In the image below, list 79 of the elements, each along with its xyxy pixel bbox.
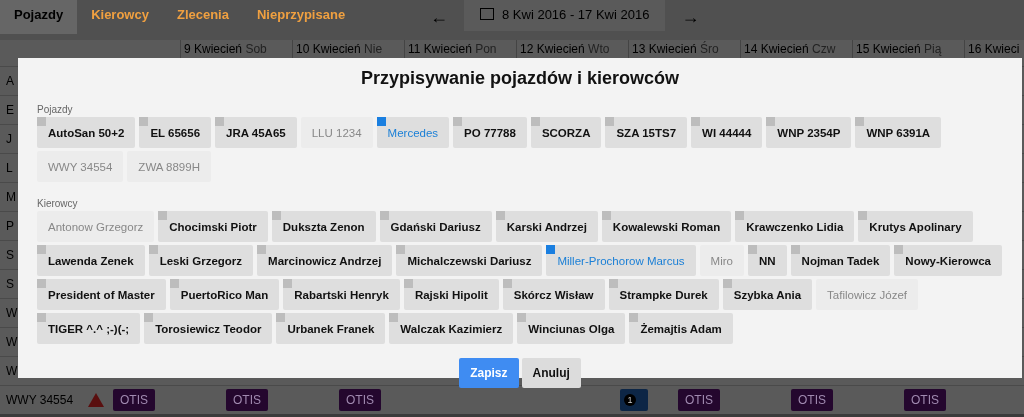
toggle-chip[interactable]: Rajski Hipolit bbox=[403, 279, 499, 310]
toggle-chip[interactable]: Leski Grzegorz bbox=[148, 245, 254, 276]
day-weekday: Nie bbox=[364, 42, 383, 56]
toggle-chip[interactable]: Dukszta Zenon bbox=[271, 211, 376, 242]
toggle-chip[interactable]: Gdański Dariusz bbox=[379, 211, 492, 242]
toggle-chip[interactable]: Walczak Kazimierz bbox=[389, 313, 514, 344]
row-label: S bbox=[5, 248, 14, 262]
toggle-chip[interactable]: JRA 45A65 bbox=[215, 117, 297, 148]
toggle-chip[interactable]: EL 65656 bbox=[139, 117, 212, 148]
row-label: W bbox=[5, 364, 18, 378]
day-weekday: Sob bbox=[245, 42, 267, 56]
toggle-chip[interactable]: Torosiewicz Teodor bbox=[144, 313, 273, 344]
row-label: S bbox=[5, 277, 14, 291]
day-date: 14 Kwiecień bbox=[744, 42, 809, 56]
toggle-chip[interactable]: Strampke Durek bbox=[608, 279, 719, 310]
toggle-chip[interactable]: Karski Andrzej bbox=[495, 211, 598, 242]
order-block[interactable]: OTIS bbox=[904, 389, 946, 411]
day-date: 10 Kwiecień bbox=[296, 42, 361, 56]
section-label: Pojazdy bbox=[37, 104, 73, 115]
toggle-chip[interactable]: Rabartski Henryk bbox=[283, 279, 400, 310]
day-weekday: Pon bbox=[475, 42, 497, 56]
cancel-button[interactable]: Anuluj bbox=[521, 358, 581, 388]
toggle-chip[interactable]: Chocimski Piotr bbox=[158, 211, 268, 242]
toggle-chip[interactable]: President of Master bbox=[37, 279, 166, 310]
row-label: W bbox=[5, 306, 18, 320]
toggle-chip[interactable]: WNP 6391A bbox=[855, 117, 942, 148]
row-label: WWY 34554 bbox=[5, 393, 74, 407]
toggle-chip[interactable]: Nowy-Kierowca bbox=[894, 245, 1002, 276]
calendar-icon bbox=[480, 8, 494, 20]
toggle-chip[interactable]: PuertoRico Man bbox=[169, 279, 280, 310]
order-block[interactable]: OTIS bbox=[339, 389, 381, 411]
day-weekday: Czw bbox=[812, 42, 836, 56]
day-weekday: Śro bbox=[700, 42, 719, 56]
order-block[interactable]: OTIS bbox=[226, 389, 268, 411]
row-label: W bbox=[5, 335, 18, 349]
toggle-chip[interactable]: NN bbox=[747, 245, 787, 276]
order-block[interactable]: OTIS bbox=[113, 389, 155, 411]
toggle-chip[interactable]: Krutys Apolinary bbox=[858, 211, 973, 242]
tab[interactable]: Zlecenia bbox=[162, 0, 243, 34]
toggle-chip[interactable]: Winciunas Olga bbox=[517, 313, 626, 344]
day-date: 16 Kwieci bbox=[968, 42, 1020, 56]
tab[interactable]: Pojazdy bbox=[0, 0, 78, 34]
tab[interactable]: Nieprzypisane bbox=[242, 0, 360, 34]
toggle-chip[interactable]: Marcinowicz Andrzej bbox=[257, 245, 393, 276]
day-date: 12 Kwiecień bbox=[520, 42, 585, 56]
row-label: E bbox=[5, 103, 14, 117]
toggle-chip[interactable]: WI 44444 bbox=[691, 117, 763, 148]
tab[interactable]: Kierowcy bbox=[77, 0, 163, 34]
toggle-chip[interactable]: Nojman Tadek bbox=[790, 245, 891, 276]
toggle-chip[interactable]: Urbanek Franek bbox=[276, 313, 386, 344]
row-label: J bbox=[5, 132, 12, 146]
date-range: 8 Kwi 2016 - 17 Kwi 2016 bbox=[502, 6, 650, 22]
toggle-chip[interactable]: Krawczenko Lidia bbox=[735, 211, 855, 242]
day-date: 15 Kwiecień bbox=[856, 42, 921, 56]
day-weekday: Pią bbox=[924, 42, 942, 56]
toggle-chip[interactable]: Michalczewski Dariusz bbox=[396, 245, 543, 276]
toggle-chip[interactable]: TIGER ^.^ ;-)(-; bbox=[37, 313, 141, 344]
toggle-chip[interactable]: Szybka Ania bbox=[722, 279, 813, 310]
order-block[interactable]: OTIS bbox=[678, 389, 720, 411]
day-date: 11 Kwiecień bbox=[408, 42, 472, 56]
row-label: M bbox=[5, 190, 16, 204]
toggle-chip[interactable]: Kowalewski Roman bbox=[601, 211, 732, 242]
day-date: 9 Kwiecień bbox=[184, 42, 243, 56]
order-block[interactable]: OTIS bbox=[791, 389, 833, 411]
toggle-chip[interactable]: Skórcz Wisław bbox=[502, 279, 605, 310]
dialog-title: Przypisywanie pojazdów i kierowców bbox=[359, 68, 681, 89]
row-label: P bbox=[5, 219, 14, 233]
toggle-chip[interactable]: Żemajtis Adam bbox=[629, 313, 733, 344]
count-badge[interactable]: 1 bbox=[620, 389, 648, 411]
toggle-chip[interactable]: PO 77788 bbox=[453, 117, 527, 148]
toggle-chip[interactable]: SCORZA bbox=[530, 117, 602, 148]
day-date: 13 Kwiecień bbox=[632, 42, 697, 56]
toggle-chip[interactable]: AutoSan 50+2 bbox=[37, 117, 136, 148]
toggle-chip[interactable]: Lawenda Zenek bbox=[37, 245, 145, 276]
toggle-chip[interactable]: SZA 15TS7 bbox=[605, 117, 688, 148]
toggle-chip[interactable]: WNP 2354P bbox=[766, 117, 852, 148]
section-label: Kierowcy bbox=[37, 198, 78, 209]
row-label: L bbox=[5, 161, 13, 175]
row-label: A bbox=[5, 74, 14, 88]
